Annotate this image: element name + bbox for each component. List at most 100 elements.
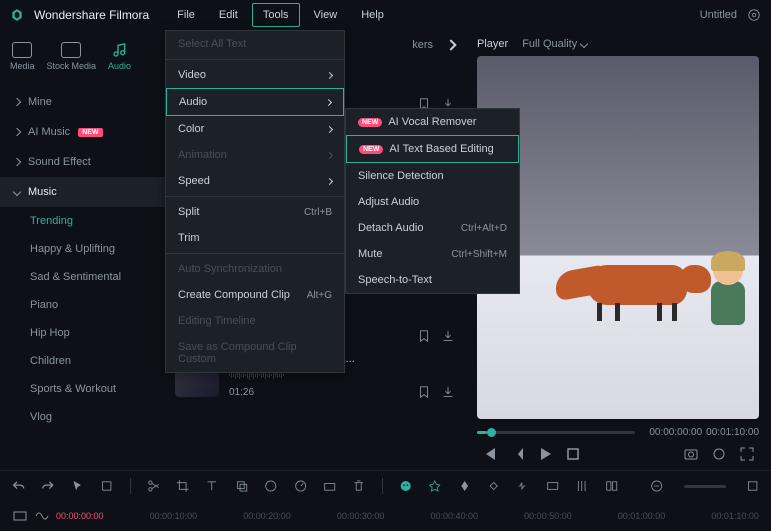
menu-animation: Animation bbox=[166, 142, 344, 168]
track-toggle-2[interactable] bbox=[34, 508, 50, 524]
mark-button[interactable] bbox=[711, 446, 727, 462]
progress-fill bbox=[477, 431, 487, 434]
hand-tool[interactable] bbox=[100, 478, 113, 494]
submenu-adjust-audio[interactable]: Adjust Audio bbox=[346, 189, 519, 215]
sub-piano[interactable]: Piano bbox=[0, 291, 165, 319]
submenu-ai-vocal-remover[interactable]: NEWAI Vocal Remover bbox=[346, 109, 519, 135]
editor-toolbar bbox=[0, 471, 771, 501]
undo-button[interactable] bbox=[12, 478, 25, 494]
tabs-right-arrow[interactable] bbox=[445, 39, 456, 50]
submenu-mute[interactable]: MuteCtrl+Shift+M bbox=[346, 241, 519, 267]
download-icon[interactable] bbox=[441, 329, 455, 343]
submenu-detach-audio[interactable]: Detach AudioCtrl+Alt+D bbox=[346, 215, 519, 241]
menu-trim[interactable]: Trim bbox=[166, 225, 344, 251]
bookmark-icon[interactable] bbox=[417, 329, 431, 343]
tabs-overflow-label: kers bbox=[412, 39, 433, 51]
menu-audio[interactable]: Audio bbox=[166, 88, 344, 116]
chevron-down-icon bbox=[580, 40, 588, 48]
cloud-icon[interactable] bbox=[747, 8, 761, 22]
bookmark-icon[interactable] bbox=[417, 385, 431, 399]
chevron-right-icon bbox=[13, 128, 21, 136]
menu-tools[interactable]: Tools bbox=[252, 3, 300, 27]
mixer-tool[interactable] bbox=[575, 478, 588, 494]
submenu-speech-to-text[interactable]: Speech-to-Text bbox=[346, 267, 519, 293]
sub-sports[interactable]: Sports & Workout bbox=[0, 375, 165, 403]
media-icon bbox=[12, 42, 32, 58]
color-tool[interactable] bbox=[264, 478, 277, 494]
cut-tool[interactable] bbox=[147, 478, 160, 494]
sidebar-item-ai-music[interactable]: AI MusicNEW bbox=[0, 117, 165, 147]
marker-tool[interactable] bbox=[458, 478, 471, 494]
new-badge: NEW bbox=[359, 145, 383, 154]
media-tab-stock[interactable]: Stock Media bbox=[45, 38, 99, 75]
sub-vlog[interactable]: Vlog bbox=[0, 403, 165, 431]
media-tab-media[interactable]: Media bbox=[8, 38, 37, 75]
audio-tool[interactable] bbox=[516, 478, 529, 494]
fullscreen-button[interactable] bbox=[739, 446, 755, 462]
speed-tool[interactable] bbox=[294, 478, 307, 494]
menu-edit[interactable]: Edit bbox=[209, 4, 248, 26]
redo-button[interactable] bbox=[41, 478, 54, 494]
play-button[interactable] bbox=[537, 446, 553, 462]
menu-color[interactable]: Color bbox=[166, 116, 344, 142]
chevron-right-icon bbox=[326, 71, 333, 78]
app-logo bbox=[10, 8, 24, 22]
track-toggle-1[interactable] bbox=[12, 508, 28, 524]
sub-happy[interactable]: Happy & Uplifting bbox=[0, 235, 165, 263]
copy-tool[interactable] bbox=[235, 478, 248, 494]
split-view-tool[interactable] bbox=[605, 478, 618, 494]
sidebar-item-sound-effect[interactable]: Sound Effect bbox=[0, 147, 165, 177]
menu-file[interactable]: File bbox=[167, 4, 205, 26]
ai-tool[interactable] bbox=[399, 478, 412, 494]
zoom-slider[interactable] bbox=[684, 485, 726, 488]
new-badge: NEW bbox=[358, 118, 382, 127]
timeline-mark: 00:00:10:00 bbox=[150, 511, 198, 521]
keyframe-tool[interactable] bbox=[487, 478, 500, 494]
bottom-panel: 00:00:00:0000:00:10:0000:00:20:0000:00:3… bbox=[0, 470, 771, 530]
menu-create-compound-clip[interactable]: Create Compound ClipAlt+G bbox=[166, 282, 344, 308]
progress-bar[interactable] bbox=[477, 431, 635, 434]
enhance-tool[interactable] bbox=[428, 478, 441, 494]
download-icon[interactable] bbox=[441, 385, 455, 399]
delete-tool[interactable] bbox=[352, 478, 365, 494]
pointer-tool[interactable] bbox=[71, 478, 84, 494]
chevron-right-icon bbox=[325, 98, 332, 105]
menu-speed[interactable]: Speed bbox=[166, 168, 344, 194]
menu-editing-timeline: Editing Timeline bbox=[166, 308, 344, 334]
content-panel: kers TRENDING 10:17Vlog-natural01:50Reli… bbox=[165, 30, 465, 470]
progress-handle[interactable] bbox=[487, 428, 496, 437]
new-badge: NEW bbox=[78, 128, 102, 137]
menu-view[interactable]: View bbox=[304, 4, 348, 26]
zoom-fit-button[interactable] bbox=[746, 478, 759, 494]
child-illustration bbox=[708, 255, 748, 325]
sidebar-item-mine[interactable]: Mine bbox=[0, 87, 165, 117]
menu-help[interactable]: Help bbox=[351, 4, 394, 26]
submenu-ai-text-based-editing[interactable]: NEWAI Text Based Editing bbox=[346, 135, 519, 163]
effects-tool[interactable] bbox=[323, 478, 336, 494]
media-tab-audio[interactable]: Audio bbox=[106, 38, 133, 75]
render-tool[interactable] bbox=[546, 478, 559, 494]
sub-sad[interactable]: Sad & Sentimental bbox=[0, 263, 165, 291]
timeline-mark: 00:01:10:00 bbox=[711, 511, 759, 521]
crop-tool[interactable] bbox=[176, 478, 189, 494]
chevron-right-icon bbox=[326, 125, 333, 132]
media-tabs: Media Stock Media Audio bbox=[0, 36, 165, 87]
quality-dropdown[interactable]: Full Quality bbox=[522, 38, 587, 50]
sidebar-item-music[interactable]: Music bbox=[0, 177, 165, 207]
stop-button[interactable] bbox=[565, 446, 581, 462]
text-tool[interactable] bbox=[205, 478, 218, 494]
time-total: 00:01:10:00 bbox=[706, 427, 759, 438]
prev-frame-button[interactable] bbox=[481, 446, 497, 462]
sub-children[interactable]: Children bbox=[0, 347, 165, 375]
chevron-down-icon bbox=[13, 188, 21, 196]
snapshot-button[interactable] bbox=[683, 446, 699, 462]
menu-split[interactable]: SplitCtrl+B bbox=[166, 199, 344, 225]
timeline-ruler[interactable]: 00:00:00:0000:00:10:0000:00:20:0000:00:3… bbox=[0, 501, 771, 531]
zoom-out-button[interactable] bbox=[650, 478, 663, 494]
step-back-button[interactable] bbox=[509, 446, 525, 462]
submenu-silence-detection[interactable]: Silence Detection bbox=[346, 163, 519, 189]
sub-trending[interactable]: Trending bbox=[0, 207, 165, 235]
sub-hiphop[interactable]: Hip Hop bbox=[0, 319, 165, 347]
tools-dropdown: Select All TextVideoAudioColorAnimationS… bbox=[165, 30, 345, 373]
menu-video[interactable]: Video bbox=[166, 62, 344, 88]
